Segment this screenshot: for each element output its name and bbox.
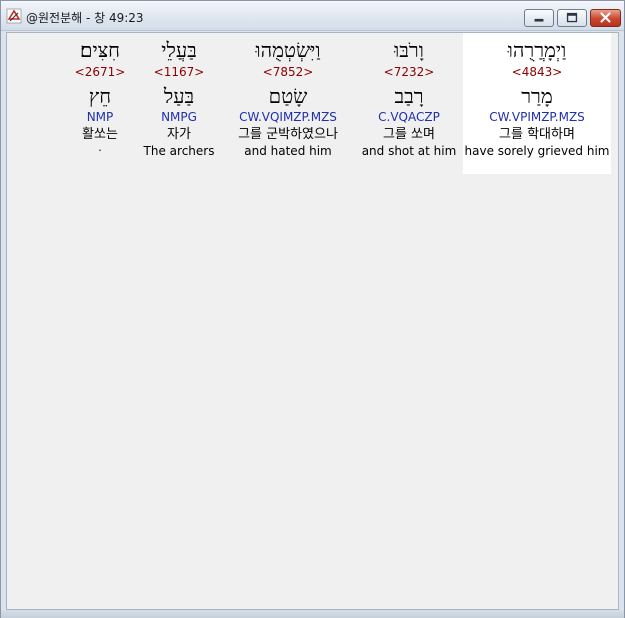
word-column-3[interactable]: וַיִּשְׂטְמֻהוּ <7852> שָׂטַם CW.VQIMZP.… — [223, 33, 353, 160]
korean-gloss: 그를 학대하며 — [499, 127, 575, 142]
korean-gloss: 자가 — [167, 127, 191, 142]
word-column-1[interactable]: חִצִּים׃ <2671> חֵץ NMP 활쏘는 . — [67, 33, 133, 156]
strong-number: <4843> — [511, 65, 563, 79]
window-bottom-border — [1, 610, 624, 618]
maximize-icon — [566, 12, 578, 23]
word-column-5[interactable]: וַיְמָרֲרֻהוּ <4843> מָרַר CW.VPIMZP.MZS… — [463, 33, 611, 174]
hebrew-word: וַיִּשְׂטְמֻהוּ — [255, 38, 321, 62]
maximize-button[interactable] — [557, 9, 587, 27]
minimize-button[interactable] — [524, 9, 554, 27]
lemma: חֵץ — [88, 84, 112, 108]
hebrew-word: וַיְמָרֲרֻהוּ — [507, 38, 567, 62]
close-icon — [600, 12, 611, 23]
english-gloss: . — [98, 141, 102, 154]
lemma: שָׂטַם — [268, 84, 308, 108]
minimize-icon — [534, 18, 544, 22]
korean-gloss: 그를 쏘며 — [383, 127, 435, 142]
english-gloss: The archers — [143, 144, 215, 158]
word-column-2[interactable]: בַּעֲלֵי <1167> בַּעַל NMPG 자가 The arche… — [141, 33, 217, 160]
lemma: בַּעַל — [163, 84, 195, 108]
strong-number: <1167> — [153, 65, 205, 79]
english-gloss: and hated him — [244, 144, 332, 158]
morphology-code: CW.VQIMZP.MZS — [239, 110, 337, 124]
title-bar[interactable]: @원전분해 - 창 49:23 — [1, 1, 624, 31]
morphology-code: C.VQACZP — [378, 110, 440, 124]
english-gloss: and shot at him — [361, 144, 457, 158]
word-column-4[interactable]: וָרֹבּוּ <7232> רָבַב C.VQACZP 그를 쏘며 and… — [359, 33, 459, 160]
hebrew-word: חִצִּים׃ — [79, 38, 121, 62]
lemma: מָרַר — [521, 84, 553, 108]
hebrew-word: וָרֹבּוּ — [394, 38, 424, 62]
english-gloss: have sorely grieved him — [464, 144, 610, 158]
app-icon — [6, 8, 22, 24]
strong-number: <7852> — [262, 65, 314, 79]
morphology-code: NMP — [86, 110, 114, 124]
lemma: רָבַב — [394, 84, 424, 108]
interlinear-panel: חִצִּים׃ <2671> חֵץ NMP 활쏘는 . בַּעֲלֵי <… — [6, 32, 619, 610]
hebrew-word: בַּעֲלֵי — [161, 38, 197, 62]
korean-gloss: 그를 군박하였으나 — [238, 127, 338, 142]
strong-number: <2671> — [74, 65, 126, 79]
close-button[interactable] — [590, 9, 621, 27]
morphology-code: NMPG — [161, 110, 197, 124]
app-window: @원전분해 - 창 49:23 חִצִּים׃ <2671> חֵץ NMP … — [0, 0, 625, 618]
window-title: @원전분해 - 창 49:23 — [26, 11, 144, 25]
morphology-code: CW.VPIMZP.MZS — [489, 110, 585, 124]
strong-number: <7232> — [383, 65, 435, 79]
